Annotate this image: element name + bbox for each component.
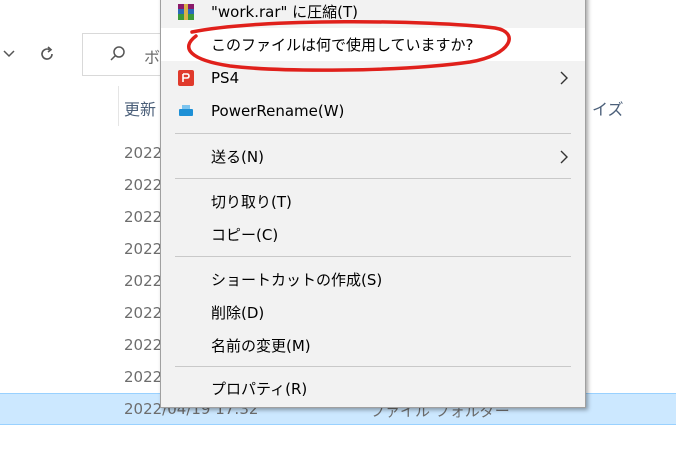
row-date: 2022 [124, 176, 163, 194]
winrar-icon [177, 3, 195, 21]
menu-item-copy[interactable]: コピー(C) [161, 218, 585, 251]
ps4-icon [177, 69, 195, 87]
menu-item-what-uses-file[interactable]: このファイルは何で使用していますか? [161, 28, 585, 61]
column-divider[interactable] [118, 86, 119, 126]
menu-item-label: ショートカットの作成(S) [211, 271, 383, 289]
menu-item-label: 送る(N) [211, 148, 264, 166]
menu-item-label: PowerRename(W) [211, 101, 345, 120]
column-header-size[interactable]: イズ [592, 96, 624, 120]
menu-item-label: 名前の変更(M) [211, 337, 311, 355]
menu-item-properties[interactable]: プロパティ(R) [161, 372, 585, 405]
menu-separator [175, 366, 571, 367]
chevron-right-icon [557, 70, 571, 86]
row-date: 2022 [124, 240, 163, 258]
powerrename-icon [177, 102, 195, 120]
row-date: 2022 [124, 144, 163, 162]
row-date: 2022 [124, 272, 163, 290]
row-date: 2022 [124, 208, 163, 226]
menu-item-rename[interactable]: 名前の変更(M) [161, 329, 585, 362]
menu-item-label: コピー(C) [211, 226, 279, 244]
menu-separator [175, 178, 571, 179]
refresh-icon[interactable] [32, 34, 62, 74]
menu-item-label: このファイルは何で使用していますか? [211, 36, 474, 54]
menu-item-powerrename[interactable]: PowerRename(W) [161, 94, 585, 127]
menu-item-create-shortcut[interactable]: ショートカットの作成(S) [161, 263, 585, 296]
context-menu: "work.rar" に圧縮(T) このファイルは何で使用していますか? PS4… [160, 0, 586, 408]
dropdown-chevron-icon[interactable] [0, 34, 24, 74]
search-icon [108, 44, 128, 64]
row-date: 2022 [124, 368, 163, 386]
search-placeholder: ボ [144, 48, 161, 67]
menu-separator [175, 133, 571, 134]
menu-item-label: "work.rar" に圧縮(T) [211, 3, 359, 21]
chevron-right-icon [557, 149, 571, 165]
menu-separator [175, 256, 571, 257]
menu-item-delete[interactable]: 削除(D) [161, 296, 585, 329]
column-header-date[interactable]: 更新 [124, 96, 156, 120]
menu-item-send-to[interactable]: 送る(N) [161, 140, 585, 173]
menu-item-label: PS4 [211, 68, 240, 87]
row-date: 2022 [124, 304, 163, 322]
row-date: 2022 [124, 336, 163, 354]
menu-item-label: 切り取り(T) [211, 193, 292, 211]
menu-item-cut[interactable]: 切り取り(T) [161, 185, 585, 218]
menu-item-ps4[interactable]: PS4 [161, 61, 585, 94]
menu-item-compress-rar[interactable]: "work.rar" に圧縮(T) [161, 0, 585, 28]
menu-item-label: 削除(D) [211, 304, 265, 322]
menu-item-label: プロパティ(R) [211, 380, 308, 398]
